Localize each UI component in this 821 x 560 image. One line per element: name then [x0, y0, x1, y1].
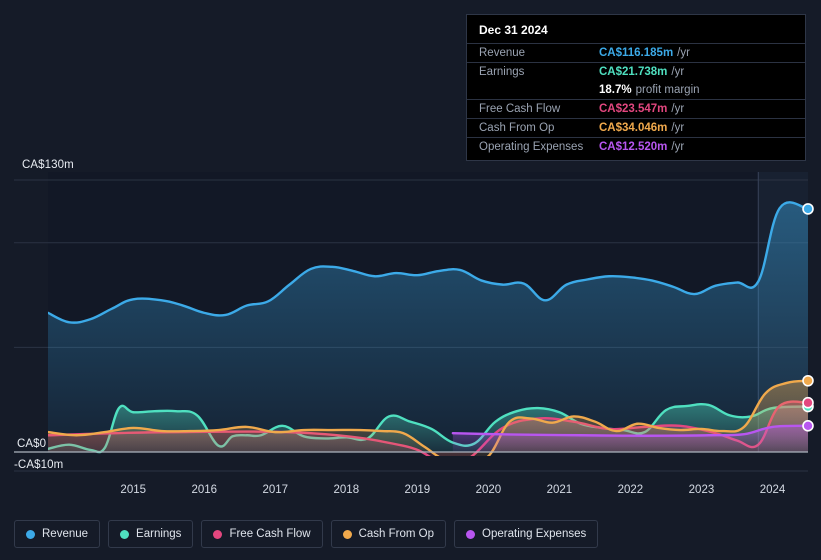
- x-axis-tick-2020: 2020: [475, 484, 502, 496]
- legend-item-label: Cash From Op: [358, 528, 435, 540]
- legend-item-free-cash-flow[interactable]: Free Cash Flow: [201, 520, 323, 548]
- tooltip-metric-unit: /yr: [671, 66, 685, 78]
- x-axis-tick-2018: 2018: [333, 484, 360, 496]
- tooltip-row: Earnings CA$21.738m/yr: [467, 62, 805, 81]
- legend-item-operating-expenses[interactable]: Operating Expenses: [454, 520, 599, 548]
- tooltip-metric-value: CA$34.046m: [599, 122, 668, 134]
- y-axis-zero-label: CA$0: [17, 438, 47, 450]
- tooltip-rows: Revenue CA$116.185m/yr Earnings CA$21.738m /…: [467, 43, 805, 156]
- y-axis-max-label: CA$130m: [22, 159, 74, 171]
- tooltip-metric-label: Cash From Op: [479, 122, 555, 134]
- legend-item-label: Free Cash Flow: [229, 528, 311, 540]
- x-axis-tick-2015: 2015: [120, 484, 147, 496]
- tooltip-row: Cash From Op CA$34.046m/yr: [467, 118, 805, 137]
- tooltip-metric-label: Revenue: [479, 47, 526, 59]
- tooltip-metric-unit: /yr: [671, 103, 685, 115]
- chart-legend[interactable]: Revenue Earnings Free Cash Flow Cash From O…: [0, 508, 821, 560]
- tooltip-metric-label: Earnings: [479, 66, 525, 78]
- legend-item-revenue[interactable]: Revenue: [14, 520, 101, 548]
- tooltip-row: Free Cash Flow CA$23.547m/yr: [467, 99, 805, 118]
- tooltip-metric-value: CA$23.547m: [599, 103, 668, 115]
- y-axis-min-label: -CA$10m: [14, 459, 64, 471]
- legend-color-dot: [26, 529, 35, 539]
- x-axis-tick-2016: 2016: [191, 484, 218, 496]
- legend-item-label: Operating Expenses: [482, 528, 587, 540]
- legend-color-dot: [213, 529, 223, 539]
- tooltip-metric-value: CA$12.520m: [599, 141, 668, 153]
- x-axis-tick-2023: 2023: [688, 484, 715, 496]
- x-axis-tick-2024: 2024: [759, 484, 786, 496]
- legend-item-earnings[interactable]: Earnings: [108, 520, 194, 548]
- x-axis-tick-2017: 2017: [262, 484, 289, 496]
- legend-color-dot: [342, 529, 352, 539]
- tooltip-metric-value: CA$116.185m: [599, 47, 674, 59]
- x-axis-tick-2021: 2021: [546, 484, 573, 496]
- tooltip-profit-margin-value: 18.7%: [599, 84, 632, 96]
- tooltip-date: Dec 31 2024: [479, 23, 548, 37]
- tooltip-profit-margin-label: profit margin: [635, 84, 700, 96]
- tooltip-metric-unit: /yr: [671, 141, 685, 153]
- legend-item-cash-from-op[interactable]: Cash From Op: [330, 520, 447, 548]
- tooltip-metric-unit: /yr: [671, 122, 685, 134]
- x-axis-tick-2022: 2022: [617, 484, 644, 496]
- legend-color-dot: [466, 529, 476, 539]
- tooltip-metric-value: CA$21.738m: [599, 66, 668, 78]
- tooltip-metric-label: Free Cash Flow: [479, 103, 561, 115]
- legend-item-label: Revenue: [42, 528, 89, 540]
- tooltip-row: Revenue CA$116.185m/yr: [467, 43, 805, 62]
- tooltip-profit-margin-row: 18.7% profit margin: [467, 81, 805, 99]
- financial-chart-widget: CA$130m CA$0 -CA$10m 2015 2016 2017 2018 201…: [0, 0, 821, 560]
- tooltip-row: Operating Expenses CA$12.520m/yr: [467, 137, 805, 156]
- legend-color-dot: [120, 529, 130, 539]
- legend-item-label: Earnings: [136, 528, 182, 540]
- data-point-tooltip: Dec 31 2024 Revenue CA$116.185m/yr Earning…: [466, 14, 806, 161]
- tooltip-metric-unit: /yr: [677, 47, 690, 59]
- tooltip-metric-label: Operating Expenses: [479, 141, 584, 153]
- x-axis-tick-2019: 2019: [404, 484, 431, 496]
